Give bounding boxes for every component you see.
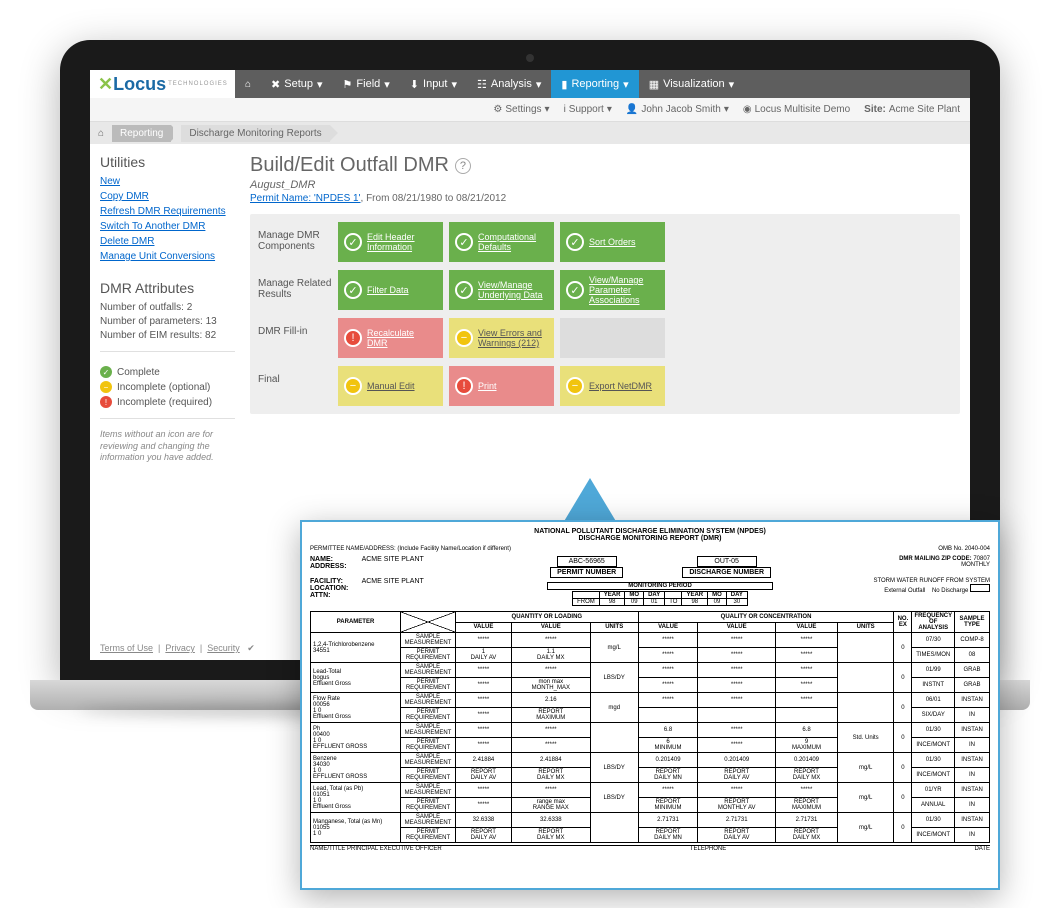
check-icon: ✓ [566,281,584,299]
nav-analysis[interactable]: ☷Analysis▾ [467,70,551,98]
caret-icon: ▾ [729,78,735,91]
check-icon: ✓ [344,233,362,251]
main-content: Build/Edit Outfall DMR? August_DMR Permi… [250,154,960,464]
attr-params: Number of parameters: 13 [100,316,235,327]
minus-icon: − [566,377,584,395]
globe-icon: ◉ [743,104,752,115]
user-icon: 👤 [626,104,638,115]
support-link[interactable]: iSupport ▾ [564,104,612,115]
caret-icon: ▾ [536,78,542,91]
nav-home[interactable]: ⌂ [235,70,261,98]
comp-defaults-tile[interactable]: ✓Computational Defaults [449,222,554,262]
check-icon: ✓ [455,233,473,251]
nav-setup[interactable]: ✖Setup▾ [261,70,333,98]
caret-icon: ▾ [451,78,457,91]
sidebar-note: Items without an icon are for reviewing … [100,429,235,464]
user-menu[interactable]: 👤John Jacob Smith ▾ [626,104,729,115]
utilities-heading: Utilities [100,154,235,170]
switch-link[interactable]: Switch To Another DMR [100,221,235,232]
info-icon: i [564,104,566,115]
caret-icon: ▾ [384,78,390,91]
settings-link[interactable]: ⚙Settings ▾ [493,104,549,115]
page-title: Build/Edit Outfall DMR? [250,154,960,177]
nav-reporting[interactable]: ▮Reporting▾ [551,70,638,98]
caret-icon: ▾ [317,78,323,91]
attr-eim: Number of EIM results: 82 [100,330,235,341]
check-icon: ✓ [344,281,362,299]
delete-link[interactable]: Delete DMR [100,236,235,247]
empty-tile [560,318,665,358]
report-table: PARAMETER QUANTITY OR LOADING QUALITY OR… [310,611,990,843]
date-range: , From 08/21/1980 to 08/21/2012 [361,193,507,204]
print-tile[interactable]: !Print [449,366,554,406]
row-label: Manage DMR Components [258,222,338,252]
gear-icon: ⚙ [493,104,502,115]
wrench-icon: ✖ [271,78,280,91]
logo: ✕Locus TECHNOLOGIES [90,70,235,98]
minus-icon: − [344,377,362,395]
conversions-link[interactable]: Manage Unit Conversions [100,251,235,262]
legend-optional: Incomplete (optional) [117,382,210,393]
caret-icon: ▾ [623,78,629,91]
help-icon[interactable]: ? [455,158,471,174]
minus-icon: − [455,329,473,347]
nav-input[interactable]: ⬇Input▾ [400,70,467,98]
home-icon: ⌂ [245,79,251,90]
legend-complete: Complete [117,367,160,378]
view-param-tile[interactable]: ✓View/Manage Parameter Associations [560,270,665,310]
doc-icon: ▮ [561,78,567,91]
viz-icon: ▦ [649,78,659,91]
attrs-heading: DMR Attributes [100,280,235,296]
edit-header-tile[interactable]: ✓Edit Header Information [338,222,443,262]
input-icon: ⬇ [410,78,419,91]
alert-icon: ! [455,377,473,395]
footer-links: Terms of Use | Privacy | Security ✔ [100,643,255,654]
breadcrumb-step[interactable]: Reporting [112,125,171,142]
row-label: Final [258,366,338,385]
security-link[interactable]: Security [207,643,240,653]
check-icon: ✓ [566,233,584,251]
dmr-report-preview: NATIONAL POLLUTANT DISCHARGE ELIMINATION… [300,520,1000,890]
filter-data-tile[interactable]: ✓Filter Data [338,270,443,310]
permit-link[interactable]: Permit Name: 'NPDES 1' [250,193,361,204]
breadcrumb: ⌂ Reporting Discharge Monitoring Reports [90,122,970,144]
row-label: DMR Fill-in [258,318,338,337]
refresh-link[interactable]: Refresh DMR Requirements [100,206,235,217]
check-icon: ✔ [247,643,255,653]
sub-navigation: ⚙Settings ▾ iSupport ▾ 👤John Jacob Smith… [90,98,970,122]
subtitle: August_DMR [250,179,960,191]
sidebar: Utilities New Copy DMR Refresh DMR Requi… [100,154,235,464]
manual-edit-tile[interactable]: −Manual Edit [338,366,443,406]
nav-visualization[interactable]: ▦Visualization▾ [639,70,745,98]
breadcrumb-step[interactable]: Discharge Monitoring Reports [181,125,329,142]
demo-link[interactable]: ◉Locus Multisite Demo [743,104,850,115]
terms-link[interactable]: Terms of Use [100,643,153,653]
check-icon: ✓ [455,281,473,299]
alert-icon: ! [100,396,112,408]
copy-dmr-link[interactable]: Copy DMR [100,191,235,202]
recalculate-tile[interactable]: !Recalculate DMR [338,318,443,358]
chart-icon: ☷ [477,78,487,91]
legend-required: Incomplete (required) [117,397,212,408]
top-navigation: ✕Locus TECHNOLOGIES ⌂ ✖Setup▾ ⚑Field▾ ⬇I… [90,70,970,98]
nav-field[interactable]: ⚑Field▾ [333,70,400,98]
breadcrumb-home[interactable]: ⌂ [90,128,112,139]
view-underlying-tile[interactable]: ✓View/Manage Underlying Data [449,270,554,310]
errors-tile[interactable]: −View Errors and Warnings (212) [449,318,554,358]
sort-orders-tile[interactable]: ✓Sort Orders [560,222,665,262]
flag-icon: ⚑ [343,78,353,91]
attr-outfalls: Number of outfalls: 2 [100,302,235,313]
new-link[interactable]: New [100,176,235,187]
site-selector[interactable]: Site: Acme Site Plant [864,104,960,115]
privacy-link[interactable]: Privacy [165,643,195,653]
check-icon: ✓ [100,366,112,378]
export-tile[interactable]: −Export NetDMR [560,366,665,406]
row-label: Manage Related Results [258,270,338,300]
minus-icon: − [100,381,112,393]
alert-icon: ! [344,329,362,347]
